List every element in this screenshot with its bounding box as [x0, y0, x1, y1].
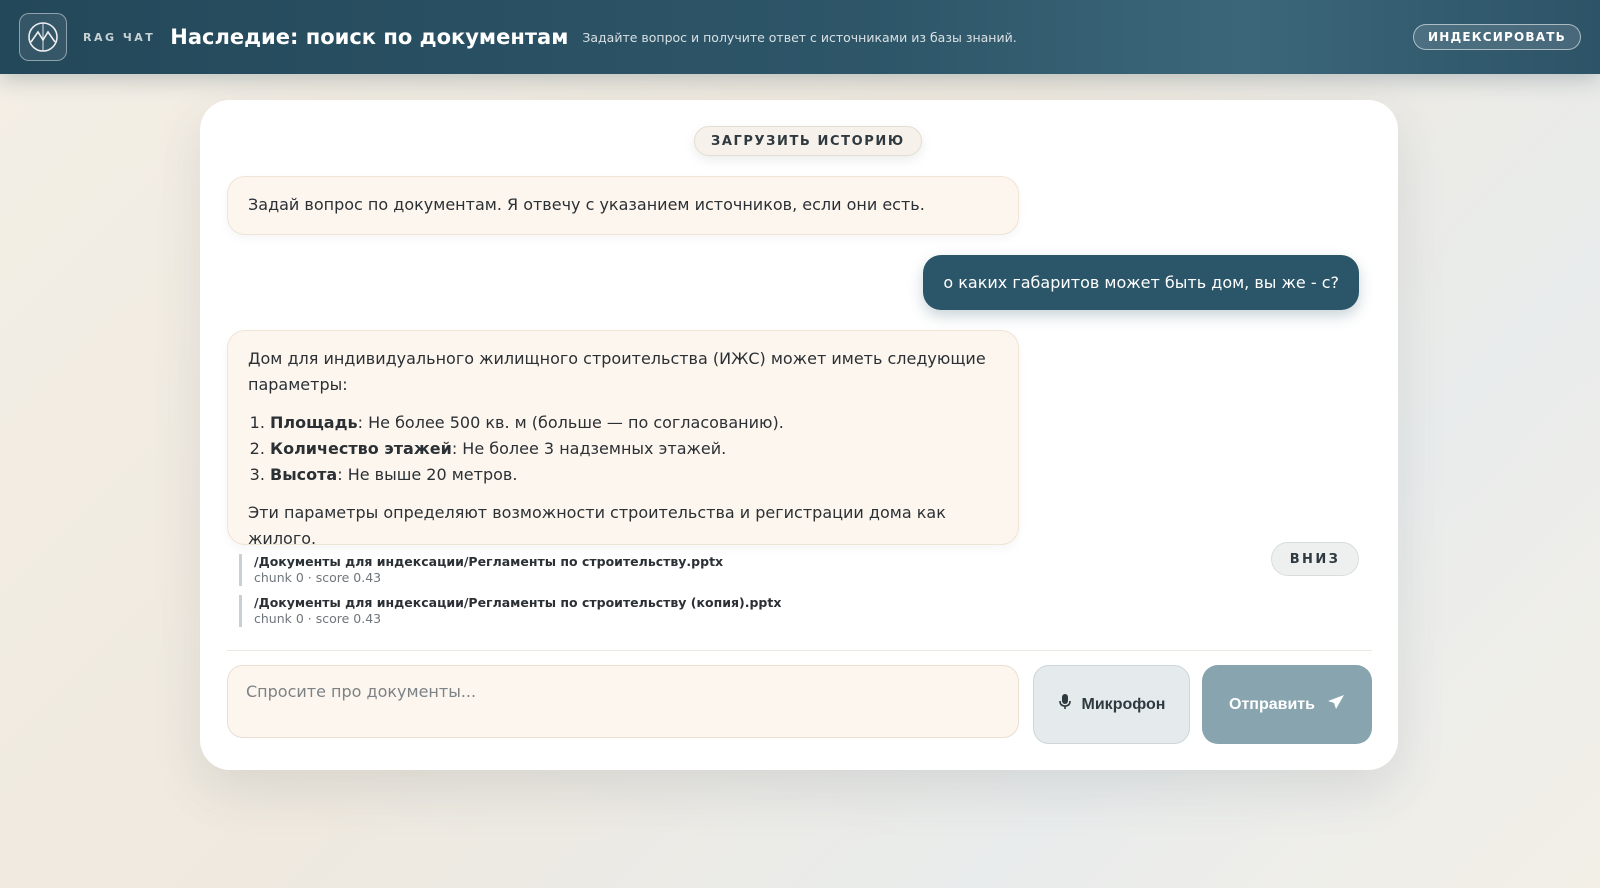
list-item: Количество этажей: Не более 3 надземных …: [270, 436, 998, 462]
microphone-label: Микрофон: [1081, 695, 1166, 713]
source-item[interactable]: /Документы для индексации/Регламенты по …: [239, 595, 781, 627]
answer-item-label: Площадь: [270, 413, 358, 432]
load-history-button[interactable]: ЗАГРУЗИТЬ ИСТОРИЮ: [694, 126, 922, 156]
answer-list: Площадь: Не более 500 кв. м (больше — по…: [270, 410, 998, 488]
send-button[interactable]: Отправить: [1202, 665, 1372, 744]
microphone-icon: [1058, 693, 1072, 716]
answer-item-label: Количество этажей: [270, 439, 452, 458]
scroll-down-button[interactable]: ВНИЗ: [1271, 542, 1359, 576]
source-meta: chunk 0 · score 0.43: [254, 611, 382, 626]
divider: [227, 650, 1372, 651]
user-message: о каких габаритов может быть дом, вы же …: [923, 255, 1359, 310]
microphone-button[interactable]: Микрофон: [1033, 665, 1190, 744]
page-subtitle: Задайте вопрос и получите ответ с источн…: [582, 29, 1017, 45]
answer-item-text: : Не выше 20 метров.: [337, 465, 518, 484]
source-meta: chunk 0 · score 0.43: [254, 570, 382, 585]
top-header: RAG ЧАТ Наследие: поиск по документам За…: [0, 0, 1600, 74]
source-item[interactable]: /Документы для индексации/Регламенты по …: [239, 554, 723, 586]
question-input[interactable]: [227, 665, 1019, 738]
bot-message-greeting: Задай вопрос по документам. Я отвечу с у…: [227, 176, 1019, 235]
bot-message-answer: Дом для индивидуального жилищного строит…: [227, 330, 1019, 548]
answer-intro: Дом для индивидуального жилищного строит…: [248, 349, 986, 394]
page-title: Наследие: поиск по документам: [170, 25, 569, 49]
heritage-logo-icon: [19, 13, 67, 61]
answer-item-text: : Не более 500 кв. м (больше — по соглас…: [357, 413, 784, 432]
source-path: /Документы для индексации/Регламенты по …: [254, 595, 782, 610]
brand-label: RAG ЧАТ: [83, 30, 156, 44]
send-arrow-icon: [1327, 694, 1345, 715]
source-path: /Документы для индексации/Регламенты по …: [254, 554, 724, 569]
list-item: Высота: Не выше 20 метров.: [270, 462, 998, 488]
answer-outro: Эти параметры определяют возможности стр…: [248, 503, 946, 548]
index-button[interactable]: ИНДЕКСИРОВАТЬ: [1413, 24, 1581, 50]
chat-card: ЗАГРУЗИТЬ ИСТОРИЮ Задай вопрос по докуме…: [200, 100, 1398, 770]
answer-item-text: : Не более 3 надземных этажей.: [451, 439, 727, 458]
list-item: Площадь: Не более 500 кв. м (больше — по…: [270, 410, 998, 436]
send-label: Отправить: [1229, 695, 1315, 713]
answer-item-label: Высота: [270, 465, 338, 484]
